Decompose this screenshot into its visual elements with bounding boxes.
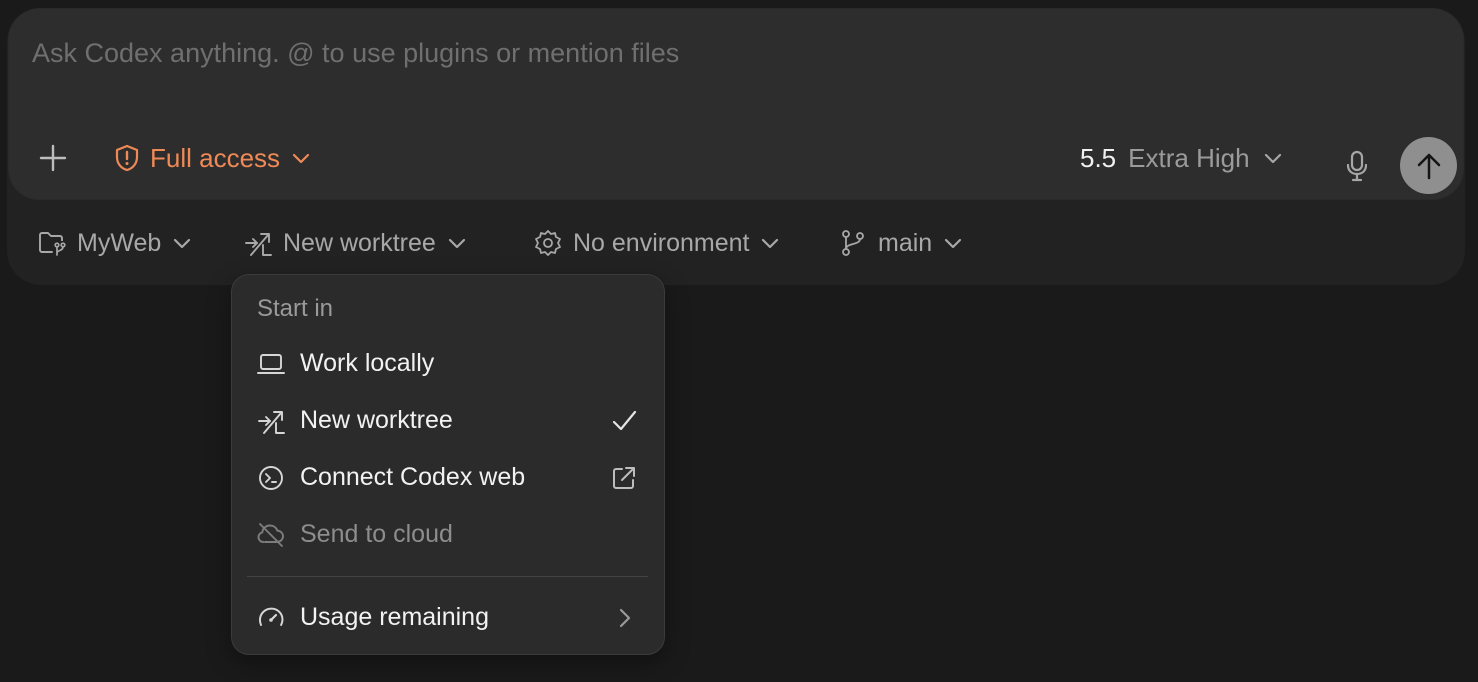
environment-label: No environment (573, 228, 750, 257)
menu-item-label: Work locally (300, 349, 435, 377)
folder-branch-icon (37, 228, 67, 258)
project-selector[interactable]: MyWeb (37, 227, 193, 259)
chevron-down-icon (759, 232, 781, 254)
environment-selector[interactable]: No environment (533, 227, 781, 259)
voice-input-button[interactable] (1343, 149, 1371, 183)
worktree-icon (256, 406, 286, 436)
worktree-icon (243, 228, 273, 258)
chevron-down-icon (171, 232, 193, 254)
prompt-input[interactable] (32, 33, 1332, 73)
microphone-icon (1346, 150, 1368, 182)
menu-item-label: Send to cloud (300, 520, 453, 548)
chevron-down-icon (942, 232, 964, 254)
branch-selector[interactable]: main (838, 227, 964, 259)
project-label: MyWeb (77, 228, 162, 257)
reasoning-effort-label: Extra High (1128, 142, 1250, 173)
add-attachment-button[interactable] (35, 140, 71, 176)
composer: Full access 5.5 Extra High (9, 9, 1463, 199)
send-button[interactable] (1400, 137, 1457, 194)
chevron-right-icon (610, 604, 638, 632)
menu-item-work-locally[interactable]: Work locally (232, 341, 664, 387)
menu-item-label: Connect Codex web (300, 463, 526, 491)
gear-icon (533, 228, 563, 258)
access-mode-selector[interactable]: Full access (114, 140, 312, 176)
chevron-down-icon (1262, 147, 1284, 169)
start-mode-selector[interactable]: New worktree (243, 227, 468, 259)
menu-item-connect-codex-web[interactable]: Connect Codex web (232, 455, 664, 501)
git-branch-icon (838, 228, 868, 258)
chevron-down-icon (290, 147, 312, 169)
shield-alert-icon (114, 144, 140, 172)
menu-divider (247, 576, 648, 577)
cloud-off-icon (256, 520, 286, 550)
menu-item-usage-remaining[interactable]: Usage remaining (232, 595, 664, 641)
model-selector[interactable]: 5.5 Extra High (1080, 140, 1284, 176)
laptop-icon (256, 349, 286, 379)
access-mode-label: Full access (150, 142, 281, 173)
branch-label: main (878, 228, 933, 257)
arrow-up-icon (1417, 153, 1440, 179)
start-in-menu: Start in Work locally New worktree Conne… (231, 274, 665, 655)
plus-icon (39, 144, 67, 172)
start-mode-label: New worktree (283, 228, 436, 257)
terminal-circle-icon (256, 463, 286, 493)
model-version: 5.5 (1080, 142, 1117, 173)
gauge-icon (256, 603, 286, 633)
menu-item-send-to-cloud: Send to cloud (232, 512, 664, 558)
menu-heading: Start in (257, 295, 334, 322)
checkmark-icon (610, 407, 638, 435)
menu-item-label: New worktree (300, 406, 453, 434)
external-link-icon (610, 464, 638, 492)
menu-item-label: Usage remaining (300, 603, 489, 631)
menu-item-new-worktree[interactable]: New worktree (232, 398, 664, 444)
chevron-down-icon (446, 232, 468, 254)
